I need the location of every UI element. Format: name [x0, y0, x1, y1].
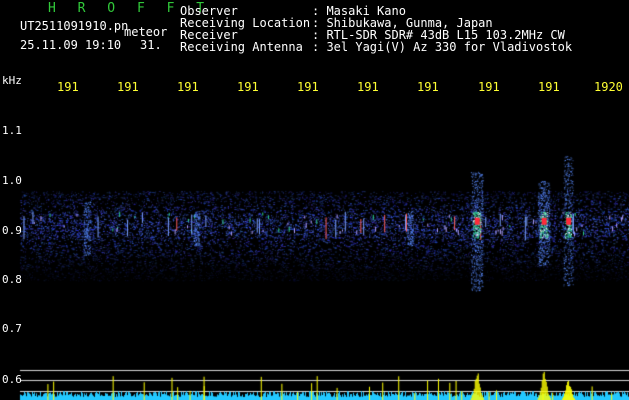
- spectrogram-canvas: [0, 0, 629, 400]
- y-tick-label: 0.7: [2, 322, 22, 335]
- y-axis-unit-label: kHz: [2, 74, 22, 87]
- info-label-antenna: Receiving Antenna: [180, 40, 303, 54]
- x-tick-label: 1920: [594, 80, 623, 94]
- x-tick-label: 191: [57, 80, 79, 94]
- info-value-antenna: : 3el Yagi(V) Az 330 for Vladivostok: [312, 40, 573, 54]
- x-tick-label: 191: [237, 80, 259, 94]
- x-tick-label: 191: [478, 80, 500, 94]
- x-tick-label: 191: [538, 80, 560, 94]
- y-tick-label: 0.9: [2, 224, 22, 237]
- y-tick-label: 0.6: [2, 373, 22, 386]
- file-name: UT2511091910.pn: [20, 19, 129, 33]
- x-tick-label: 191: [297, 80, 319, 94]
- x-tick-label: 191: [357, 80, 379, 94]
- meteor-tag: meteor: [124, 25, 168, 39]
- datetime-stamp: 25.11.09 19:10: [20, 38, 122, 52]
- y-tick-label: 0.8: [2, 273, 22, 286]
- x-tick-label: 191: [117, 80, 139, 94]
- x-tick-label: 191: [417, 80, 439, 94]
- sequence-index: 31.: [140, 38, 162, 52]
- hrofft-window: H R O F F T UT2511091910.pn meteor 25.11…: [0, 0, 629, 400]
- x-tick-label: 191: [177, 80, 199, 94]
- y-tick-label: 1.0: [2, 174, 22, 187]
- y-tick-label: 1.1: [2, 124, 22, 137]
